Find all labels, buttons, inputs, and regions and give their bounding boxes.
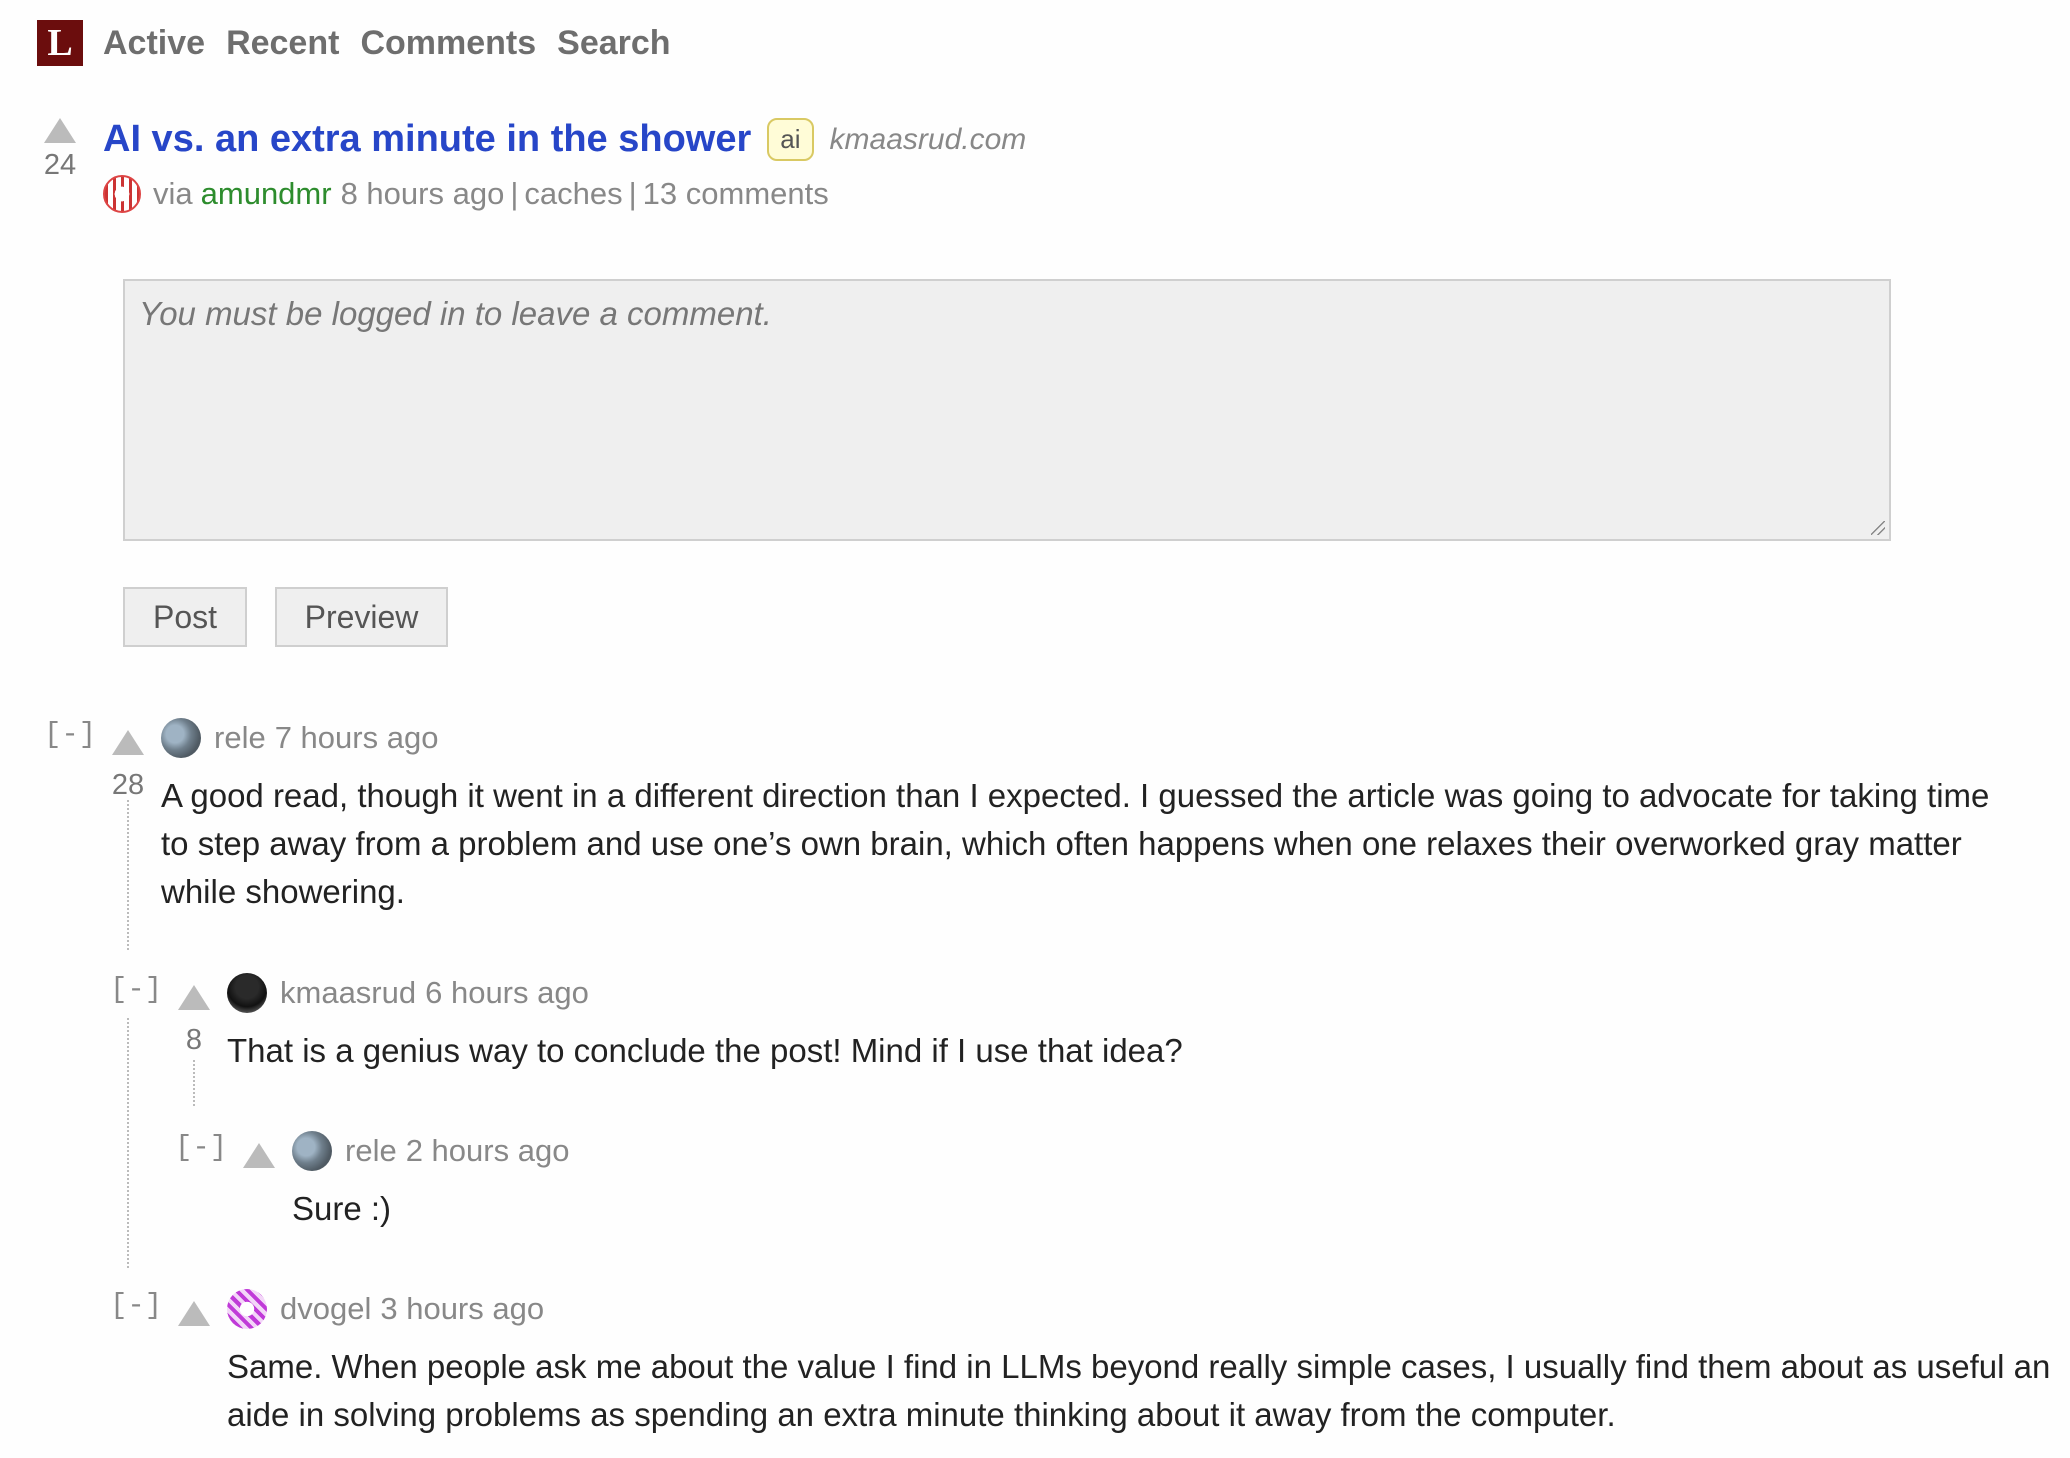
comment-body: Same. When people ask me about the value… xyxy=(227,1348,2051,1433)
comment-score: 28 xyxy=(111,769,145,801)
avatar[interactable] xyxy=(103,175,141,213)
comment-body: A good read, though it went in a differe… xyxy=(161,777,1990,910)
story-score: 24 xyxy=(43,149,77,181)
story-byline: via amundmr 8 hours ago | caches | 13 co… xyxy=(103,175,829,213)
comment-header: rele 7 hours ago xyxy=(161,718,438,758)
comment-vote xyxy=(239,1131,279,1182)
comment-textarea[interactable]: You must be logged in to leave a comment… xyxy=(123,279,1891,541)
post-button[interactable]: Post xyxy=(123,587,247,647)
caches-link[interactable]: caches xyxy=(524,176,622,212)
comment-time: 7 hours ago xyxy=(274,720,439,755)
comment-body: Sure :) xyxy=(292,1190,392,1227)
nav-recent[interactable]: Recent xyxy=(226,24,339,63)
comment-time: 2 hours ago xyxy=(405,1133,570,1168)
comment-body: That is a genius way to conclude the pos… xyxy=(227,1032,1183,1069)
via-label: via xyxy=(153,176,193,211)
comment-author[interactable]: rele xyxy=(345,1133,397,1169)
comment-header: kmaasrud 6 hours ago xyxy=(227,973,589,1013)
comments-link[interactable]: 13 comments xyxy=(643,176,829,212)
comment-placeholder: You must be logged in to leave a comment… xyxy=(139,295,772,332)
avatar[interactable] xyxy=(292,1131,332,1171)
upvote-arrow-icon[interactable] xyxy=(112,730,144,755)
avatar[interactable] xyxy=(227,973,267,1013)
comment-time: 3 hours ago xyxy=(380,1291,545,1326)
story-title-line: AI vs. an extra minute in the shower ai … xyxy=(103,118,1026,161)
site-logo[interactable]: L xyxy=(37,20,83,66)
separator: | xyxy=(510,176,519,211)
tag-ai[interactable]: ai xyxy=(767,118,814,161)
comment-header: rele 2 hours ago xyxy=(292,1131,569,1171)
story-time: 8 hours ago xyxy=(340,176,505,211)
collapse-toggle[interactable]: [-] xyxy=(110,1289,162,1322)
thread-line xyxy=(127,800,129,950)
story-vote: 24 xyxy=(40,118,80,182)
upvote-arrow-icon[interactable] xyxy=(178,1301,210,1326)
collapse-toggle[interactable]: [-] xyxy=(175,1131,227,1164)
nav-search[interactable]: Search xyxy=(557,24,670,63)
avatar[interactable] xyxy=(161,718,201,758)
upvote-arrow-icon[interactable] xyxy=(243,1143,275,1168)
story-author[interactable]: amundmr xyxy=(201,176,332,212)
collapse-toggle[interactable]: [-] xyxy=(44,718,96,751)
separator: | xyxy=(628,176,637,211)
avatar[interactable] xyxy=(227,1289,267,1329)
comment-header: dvogel 3 hours ago xyxy=(227,1289,544,1329)
comment-vote: 28 xyxy=(108,718,148,802)
resize-grip-icon[interactable] xyxy=(1871,521,1885,535)
story-domain[interactable]: kmaasrud.com xyxy=(830,123,1027,157)
nav-comments[interactable]: Comments xyxy=(360,24,536,63)
comment-time: 6 hours ago xyxy=(425,975,589,1010)
upvote-arrow-icon[interactable] xyxy=(178,985,210,1010)
comment-score: 8 xyxy=(185,1024,203,1056)
comment-vote xyxy=(174,1289,214,1340)
preview-button[interactable]: Preview xyxy=(275,587,448,647)
top-nav: L Active Recent Comments Search xyxy=(37,20,692,66)
comment-vote: 8 xyxy=(174,973,214,1057)
comment-author[interactable]: kmaasrud xyxy=(280,975,416,1011)
thread-line xyxy=(127,1018,129,1268)
collapse-toggle[interactable]: [-] xyxy=(110,973,162,1006)
upvote-arrow-icon[interactable] xyxy=(44,118,76,143)
thread-line xyxy=(193,1060,195,1106)
nav-active[interactable]: Active xyxy=(103,24,205,63)
comment-author[interactable]: dvogel xyxy=(280,1291,371,1327)
story-title[interactable]: AI vs. an extra minute in the shower xyxy=(103,118,751,161)
comment-author[interactable]: rele xyxy=(214,720,266,756)
